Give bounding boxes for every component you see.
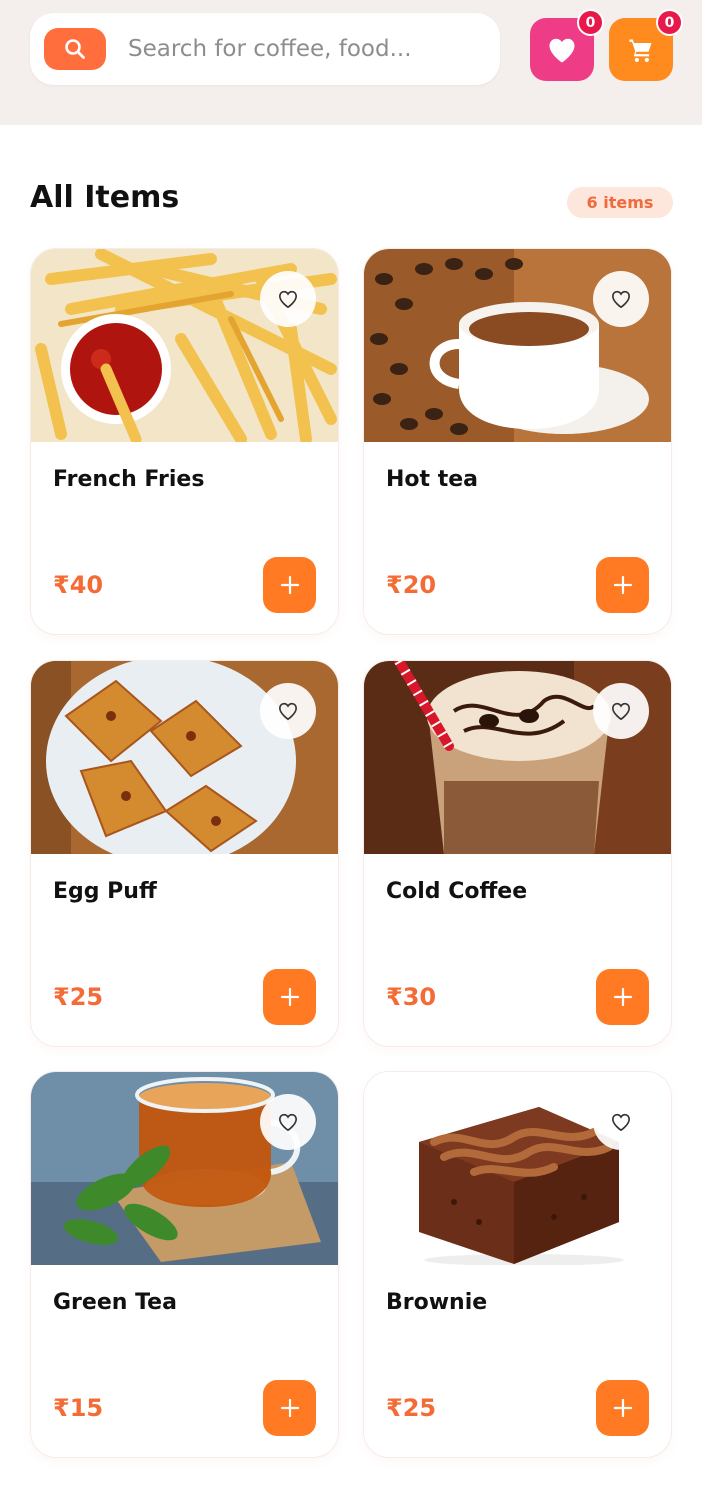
cart-count-badge: 0 <box>656 9 683 36</box>
favorite-toggle[interactable] <box>260 271 316 327</box>
product-name: Brownie <box>386 1290 488 1315</box>
product-price: ₹20 <box>386 571 437 599</box>
plus-icon <box>280 1398 299 1418</box>
plus-icon <box>280 575 299 595</box>
favorite-toggle[interactable] <box>593 271 649 327</box>
favorite-toggle[interactable] <box>260 683 316 739</box>
product-name: Hot tea <box>386 467 478 492</box>
add-to-cart-button[interactable] <box>263 969 316 1025</box>
product-price: ₹30 <box>386 983 437 1011</box>
plus-icon <box>613 575 632 595</box>
add-to-cart-button[interactable] <box>596 1380 649 1436</box>
product-price: ₹15 <box>53 1394 104 1422</box>
add-to-cart-button[interactable] <box>263 1380 316 1436</box>
product-price: ₹25 <box>53 983 104 1011</box>
add-to-cart-button[interactable] <box>263 557 316 613</box>
favorite-toggle[interactable] <box>593 683 649 739</box>
items-count-badge: 6 items <box>567 187 673 218</box>
product-card[interactable]: Green Tea ₹15 <box>30 1071 339 1458</box>
plus-icon <box>613 1398 632 1418</box>
favorites-count-badge: 0 <box>577 9 604 36</box>
product-card[interactable]: French Fries ₹40 <box>30 248 339 635</box>
search-icon <box>65 39 85 59</box>
add-to-cart-button[interactable] <box>596 557 649 613</box>
top-bar: 0 0 <box>0 0 702 125</box>
product-card[interactable]: Egg Puff ₹25 <box>30 660 339 1047</box>
cart-icon <box>629 39 652 62</box>
plus-icon <box>613 987 632 1007</box>
favorite-toggle[interactable] <box>593 1094 649 1150</box>
add-to-cart-button[interactable] <box>596 969 649 1025</box>
heart-outline-icon <box>611 702 631 721</box>
favorite-toggle[interactable] <box>260 1094 316 1150</box>
section-title: All Items <box>30 180 180 215</box>
search-input[interactable] <box>128 13 478 85</box>
product-card[interactable]: Brownie ₹25 <box>363 1071 672 1458</box>
heart-outline-icon <box>278 702 298 721</box>
heart-outline-icon <box>278 290 298 309</box>
plus-icon <box>280 987 299 1007</box>
heart-icon <box>549 38 575 62</box>
product-price: ₹25 <box>386 1394 437 1422</box>
heart-outline-icon <box>278 1113 298 1132</box>
product-name: Cold Coffee <box>386 879 528 904</box>
search-button[interactable] <box>44 28 106 70</box>
heart-outline-icon <box>611 290 631 309</box>
search-bar[interactable] <box>30 13 500 85</box>
product-card[interactable]: Cold Coffee ₹30 <box>363 660 672 1047</box>
favorites-button[interactable]: 0 <box>530 9 604 81</box>
product-card[interactable]: Hot tea ₹20 <box>363 248 672 635</box>
product-price: ₹40 <box>53 571 104 599</box>
product-name: Egg Puff <box>53 879 157 904</box>
product-name: French Fries <box>53 467 205 492</box>
heart-outline-icon <box>611 1113 631 1132</box>
product-name: Green Tea <box>53 1290 177 1315</box>
cart-button[interactable]: 0 <box>609 9 683 81</box>
